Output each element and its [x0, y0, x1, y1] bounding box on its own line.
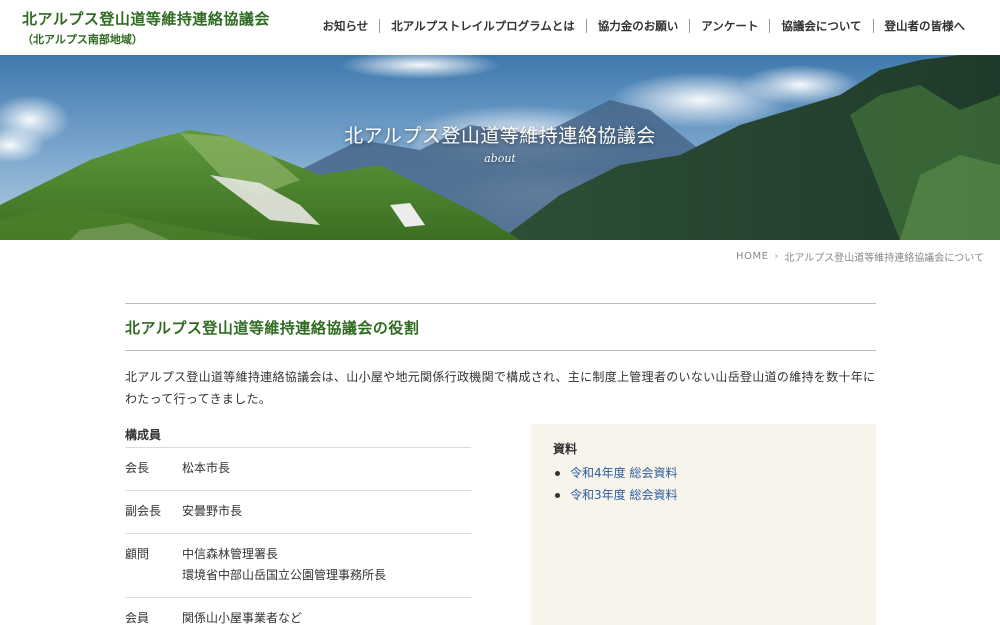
nav-item-survey[interactable]: アンケート	[689, 19, 769, 33]
member-role: 副会長	[125, 504, 162, 518]
resource-link-r4[interactable]: 令和4年度 総会資料	[553, 462, 854, 484]
breadcrumb-current: 北アルプス登山道等維持連絡協議会について	[784, 253, 984, 264]
table-row: 副会長 安曇野市長	[125, 490, 471, 533]
resources-heading: 資料	[553, 442, 578, 456]
members-heading: 構成員	[125, 428, 162, 442]
member-name: 松本市長	[182, 461, 231, 475]
intro-text: 北アルプス登山道等維持連絡協議会は、山小屋や地元関係行政機関で構成され、主に制度…	[125, 370, 876, 406]
member-role: 会員	[125, 611, 150, 625]
member-names: 安曇野市長	[182, 501, 471, 522]
bullet-icon	[555, 470, 560, 476]
resources-list: 令和4年度 総会資料 令和3年度 総会資料	[553, 462, 854, 506]
nav-item-news[interactable]: お知らせ	[311, 19, 379, 33]
divider-top	[125, 303, 876, 304]
table-row: 会員 関係山小屋事業者など	[125, 597, 471, 625]
resources-panel: 資料 令和4年度 総会資料 令和3年度 総会資料	[531, 424, 876, 625]
member-names: 松本市長	[182, 458, 471, 479]
table-row: 会長 松本市長	[125, 447, 471, 490]
bullet-icon	[555, 492, 560, 498]
divider-bottom	[125, 350, 876, 351]
member-names: 中信森林管理署長 環境省中部山岳国立公園管理事務所長	[182, 544, 471, 586]
member-name: 中信森林管理署長	[182, 547, 279, 561]
hero-subtitle: about	[484, 152, 516, 165]
resource-link-label[interactable]: 令和4年度 総会資料	[570, 462, 677, 484]
nav-item-trail-program[interactable]: 北アルプストレイルプログラムとは	[379, 19, 586, 33]
nav-item-about[interactable]: 協議会について	[769, 19, 872, 33]
main-nav: お知らせ 北アルプストレイルプログラムとは 協力金のお願い アンケート 協議会に…	[311, 18, 976, 34]
members-table: 会長 松本市長 副会長 安曇野市長 顧問 中信森林管理署長 環境省中部山岳国立公…	[125, 447, 471, 625]
breadcrumb: HOME › 北アルプス登山道等維持連絡協議会について	[736, 249, 984, 264]
nav-item-donation[interactable]: 協力金のお願い	[585, 19, 690, 33]
site-header: 北アルプス登山道等維持連絡協議会 （北アルプス南部地域） お知らせ 北アルプスト…	[0, 0, 1000, 55]
member-role: 顧問	[125, 547, 150, 561]
chevron-right-icon: ›	[774, 251, 779, 262]
nav-item-climbers[interactable]: 登山者の皆様へ	[872, 19, 977, 33]
member-name: 環境省中部山岳国立公園管理事務所長	[182, 568, 387, 582]
resource-link-label[interactable]: 令和3年度 総会資料	[570, 484, 677, 506]
member-role: 会長	[125, 461, 150, 475]
member-name: 安曇野市長	[182, 504, 243, 518]
resource-link-r3[interactable]: 令和3年度 総会資料	[553, 484, 854, 506]
hero-banner: 北アルプス登山道等維持連絡協議会 about	[0, 55, 1000, 240]
member-name: 関係山小屋事業者など	[182, 611, 303, 625]
breadcrumb-home-link[interactable]: HOME	[736, 251, 768, 262]
member-names: 関係山小屋事業者など	[182, 608, 471, 625]
site-title[interactable]: 北アルプス登山道等維持連絡協議会	[22, 8, 270, 29]
hero-title: 北アルプス登山道等維持連絡協議会	[344, 125, 656, 147]
site-subtitle: （北アルプス南部地域）	[22, 33, 143, 46]
table-row: 顧問 中信森林管理署長 環境省中部山岳国立公園管理事務所長	[125, 533, 471, 597]
section-title: 北アルプス登山道等維持連絡協議会の役割	[125, 319, 420, 337]
